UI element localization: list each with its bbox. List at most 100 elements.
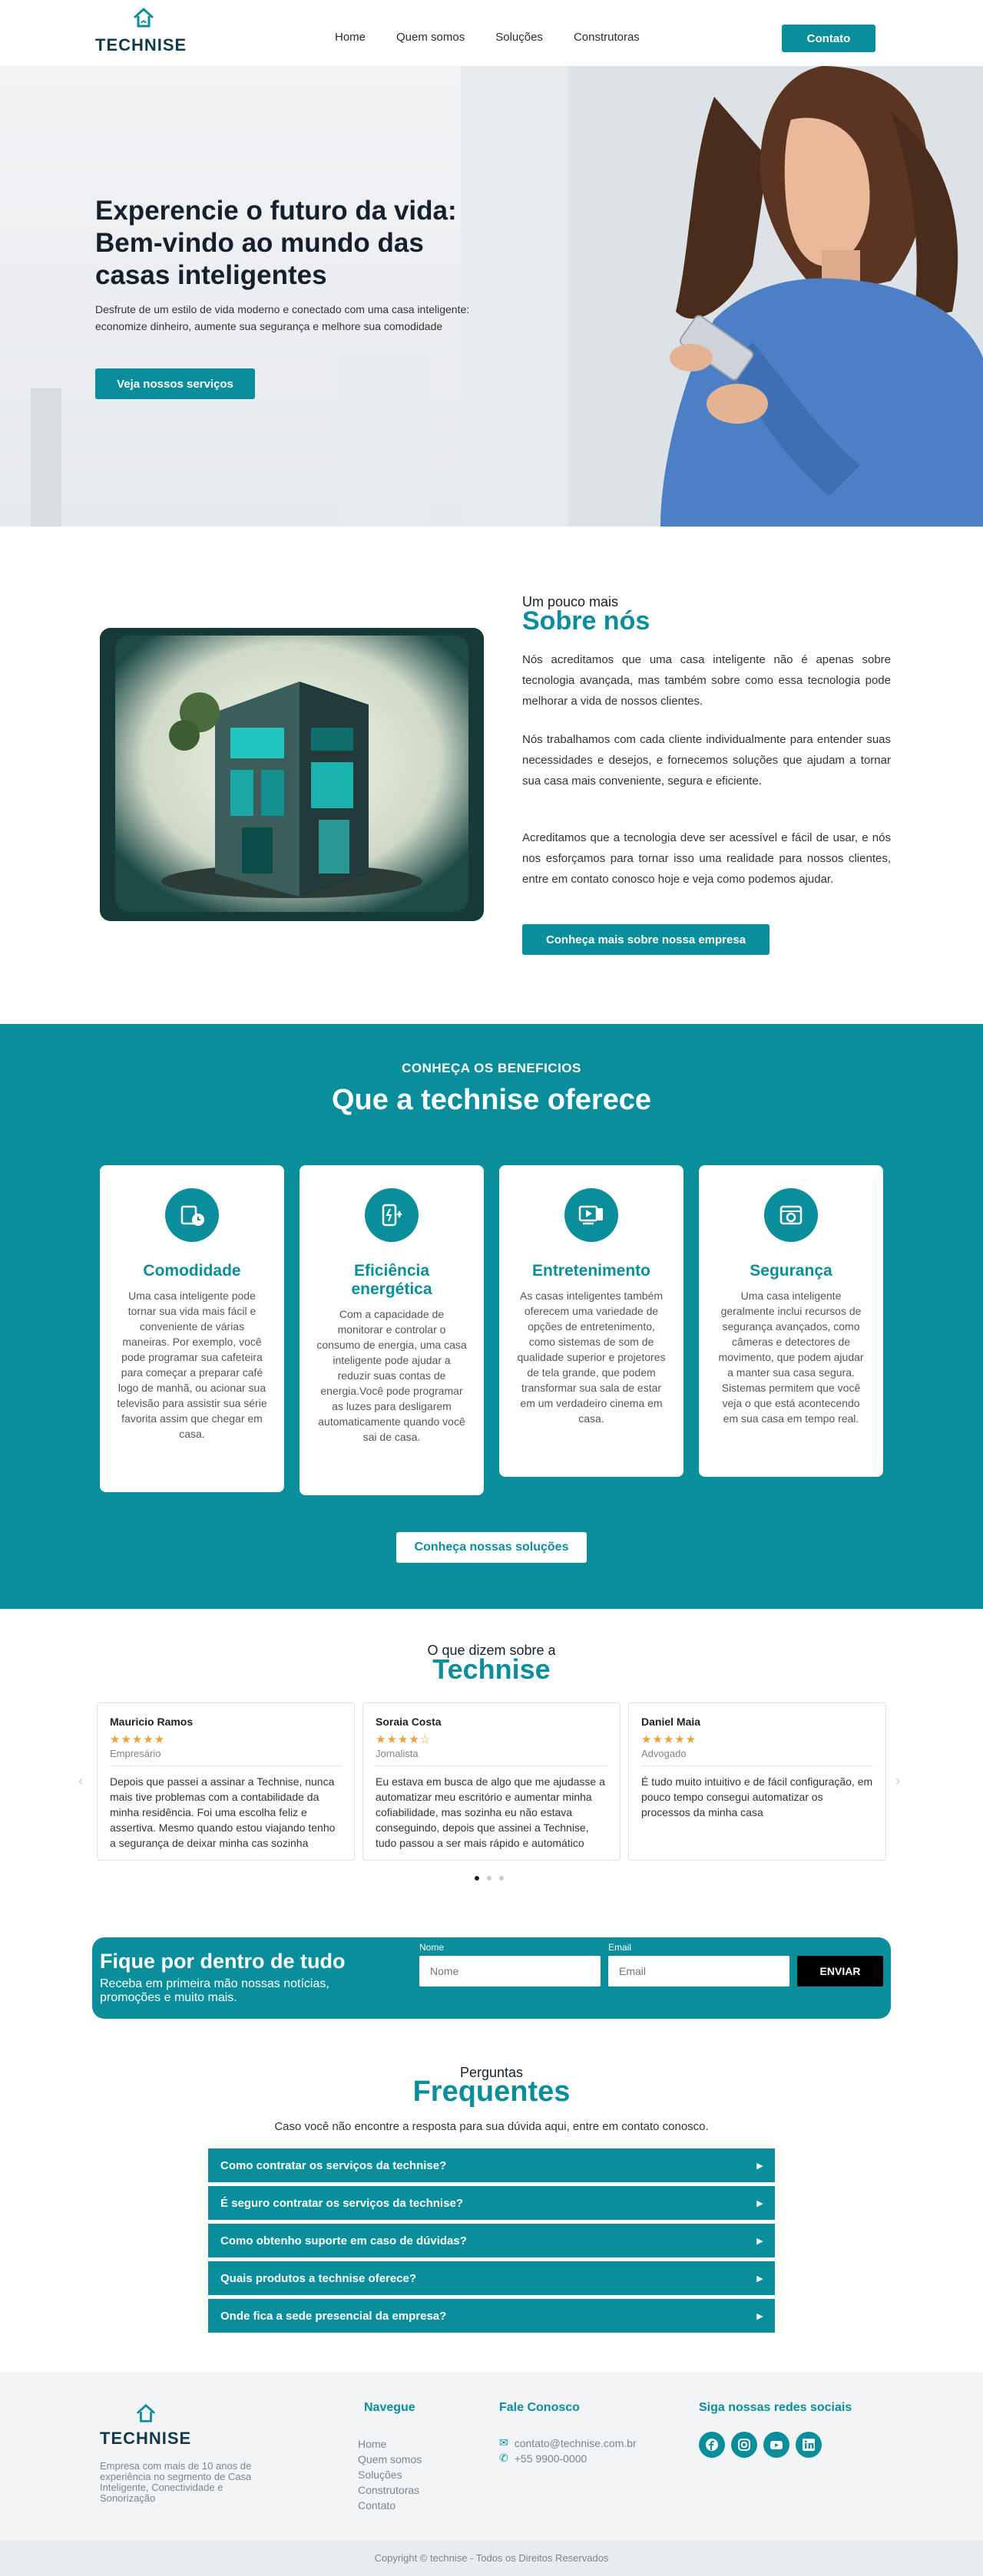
solutions-button[interactable]: Conheça nossas soluções <box>396 1532 587 1563</box>
faq-subtitle: Caso você não encontre a resposta para s… <box>274 2120 709 2133</box>
benefit-card-eficiencia: Eficiência energética Com a capacidade d… <box>300 1165 484 1495</box>
nav-item-solucoes[interactable]: Soluções <box>495 31 543 44</box>
footer-link-solucoes[interactable]: Soluções <box>358 2467 422 2482</box>
about-company-button[interactable]: Conheça mais sobre nossa empresa <box>522 924 770 955</box>
carousel-dot[interactable] <box>475 1876 479 1881</box>
benefits-title: Que a technise oferece <box>331 1084 652 1116</box>
testimonial-text: Depois que passei a assinar a Technise, … <box>110 1775 336 1849</box>
benefit-card-comodidade: Comodidade Uma casa inteligente pode tor… <box>100 1165 284 1492</box>
carousel-dots <box>475 1876 504 1881</box>
caret-right-icon: ▸ <box>756 2234 763 2247</box>
footer-logo[interactable]: TECHNISE <box>100 2403 200 2449</box>
footer-link-contato[interactable]: Contato <box>358 2498 422 2513</box>
caret-right-icon: ▸ <box>756 2197 763 2210</box>
footer-link-home[interactable]: Home <box>358 2436 422 2452</box>
footer-description: Empresa com mais de 10 anos de experiênc… <box>100 2460 252 2504</box>
newsletter-title: Fique por dentro de tudo <box>100 1950 346 1973</box>
facebook-icon[interactable] <box>699 2432 725 2458</box>
hero-decor <box>338 358 430 527</box>
testimonial-name: Mauricio Ramos <box>110 1716 194 1728</box>
about-paragraph: Acreditamos que a tecnologia deve ser ac… <box>522 831 891 886</box>
hero-photo-woman-with-phone <box>461 66 983 527</box>
benefit-title: Eficiência energética <box>351 1262 432 1298</box>
email-label: Email <box>608 1942 632 1953</box>
nav-item-home[interactable]: Home <box>335 31 366 44</box>
testimonial-card: Soraia Costa ★★★★☆ Jornalista Eu estava … <box>362 1702 621 1861</box>
faq-question: Onde fica a sede presencial da empresa? <box>220 2309 447 2323</box>
faq-item[interactable]: Quais produtos a technise oferece? ▸ <box>207 2261 776 2296</box>
faq-item[interactable]: É seguro contratar os serviços da techni… <box>207 2185 776 2221</box>
benefit-text: Uma casa inteligente pode tornar sua vid… <box>117 1290 267 1440</box>
testimonial-role: Advogado <box>641 1748 873 1766</box>
hero-section: Experencie o futuro da vida: Bem-vindo a… <box>0 66 983 527</box>
faq-question: Como contratar os serviços da technise? <box>220 2158 447 2172</box>
caret-right-icon: ▸ <box>756 2272 763 2285</box>
site-header: TECHNISE Home Quem somos Soluções Constr… <box>0 0 983 66</box>
faq-question: É seguro contratar os serviços da techni… <box>220 2196 463 2210</box>
testimonial-role: Empresário <box>110 1748 342 1766</box>
footer-nav-title: Navegue <box>364 2401 415 2414</box>
star-rating-icon: ★★★★☆ <box>376 1733 432 1746</box>
hero-decor <box>31 388 61 527</box>
hero-title: Experencie o futuro da vida: Bem-vindo a… <box>95 196 457 290</box>
footer-link-quem-somos[interactable]: Quem somos <box>358 2452 422 2467</box>
about-title: Sobre nós <box>522 606 650 636</box>
faq-item[interactable]: Como obtenho suporte em caso de dúvidas?… <box>207 2223 776 2258</box>
envelope-icon: ✉ <box>499 2436 508 2449</box>
smart-building-illustration <box>100 628 484 921</box>
star-rating-icon: ★★★★★ <box>641 1733 697 1746</box>
testimonials-title: Technise <box>432 1653 551 1685</box>
camera-lock-icon <box>764 1188 818 1242</box>
logo[interactable]: TECHNISE <box>95 6 195 54</box>
about-paragraph: Nós acreditamos que uma casa inteligente… <box>522 653 891 708</box>
footer-email[interactable]: ✉ contato@technise.com.br <box>499 2436 637 2449</box>
footer-social-title: Siga nossas redes sociais <box>699 2401 852 2414</box>
faq-item[interactable]: Onde fica a sede presencial da empresa? … <box>207 2298 776 2333</box>
benefit-card-seguranca: Segurança Uma casa inteligente geralment… <box>699 1165 883 1477</box>
benefit-title: Entretenimento <box>531 1262 650 1280</box>
site-footer: TECHNISE Empresa com mais de 10 anos de … <box>0 2372 983 2541</box>
hand-home-icon <box>165 1188 219 1242</box>
footer-phone-text: +55 9900-0000 <box>514 2452 587 2465</box>
footer-phone[interactable]: ✆ +55 9900-0000 <box>499 2452 587 2465</box>
name-field[interactable] <box>419 1956 601 1986</box>
faq-question: Como obtenho suporte em caso de dúvidas? <box>220 2234 467 2247</box>
newsletter-subtitle: Receba em primeira mão nossas notícias, … <box>100 1977 329 2004</box>
star-rating-icon: ★★★★★ <box>110 1733 166 1746</box>
email-field[interactable] <box>608 1956 789 1986</box>
testimonial-name: Daniel Maia <box>641 1716 701 1728</box>
services-button[interactable]: Veja nossos serviços <box>95 368 255 399</box>
carousel-prev-arrow-icon[interactable]: ‹ <box>78 1773 83 1789</box>
footer-nav: Home Quem somos Soluções Construtoras Co… <box>358 2436 422 2513</box>
caret-right-icon: ▸ <box>756 2159 763 2172</box>
name-label: Nome <box>419 1942 445 1953</box>
newsletter-section: Fique por dentro de tudo Receba em prime… <box>92 1937 891 2019</box>
carousel-dot[interactable] <box>487 1876 492 1881</box>
faq-question: Quais produtos a technise oferece? <box>220 2271 417 2285</box>
footer-contact-title: Fale Conosco <box>499 2401 580 2414</box>
about-paragraph: Nós trabalhamos com cada cliente individ… <box>522 733 891 788</box>
nav-item-quem-somos[interactable]: Quem somos <box>396 31 465 44</box>
testimonial-card: Mauricio Ramos ★★★★★ Empresário Depois q… <box>97 1702 355 1861</box>
instagram-icon[interactable] <box>731 2432 757 2458</box>
testimonial-name: Soraia Costa <box>376 1716 442 1728</box>
footer-link-construtoras[interactable]: Construtoras <box>358 2482 422 2498</box>
youtube-icon[interactable] <box>763 2432 789 2458</box>
benefit-title: Segurança <box>750 1262 832 1280</box>
testimonial-text: Eu estava em busca de algo que me ajudas… <box>376 1775 605 1849</box>
social-links <box>699 2432 822 2458</box>
nav-item-construtoras[interactable]: Construtoras <box>574 31 640 44</box>
contact-button[interactable]: Contato <box>782 25 875 52</box>
benefits-kicker: CONHEÇA OS BENEFICIOS <box>402 1061 581 1075</box>
about-image-smart-building <box>100 628 484 921</box>
benefit-card-entretenimento: Entretenimento As casas inteligentes tam… <box>499 1165 683 1477</box>
testimonial-role: Jornalista <box>376 1748 607 1766</box>
linkedin-icon[interactable] <box>796 2432 822 2458</box>
faq-item[interactable]: Como contratar os serviços da technise? … <box>207 2148 776 2183</box>
carousel-next-arrow-icon[interactable]: › <box>895 1773 900 1789</box>
send-button[interactable]: ENVIAR <box>797 1956 883 1986</box>
carousel-dot[interactable] <box>499 1876 504 1881</box>
logo-text: TECHNISE <box>100 2429 192 2448</box>
benefit-title: Comodidade <box>143 1262 241 1280</box>
testimonial-card: Daniel Maia ★★★★★ Advogado É tudo muito … <box>628 1702 886 1861</box>
